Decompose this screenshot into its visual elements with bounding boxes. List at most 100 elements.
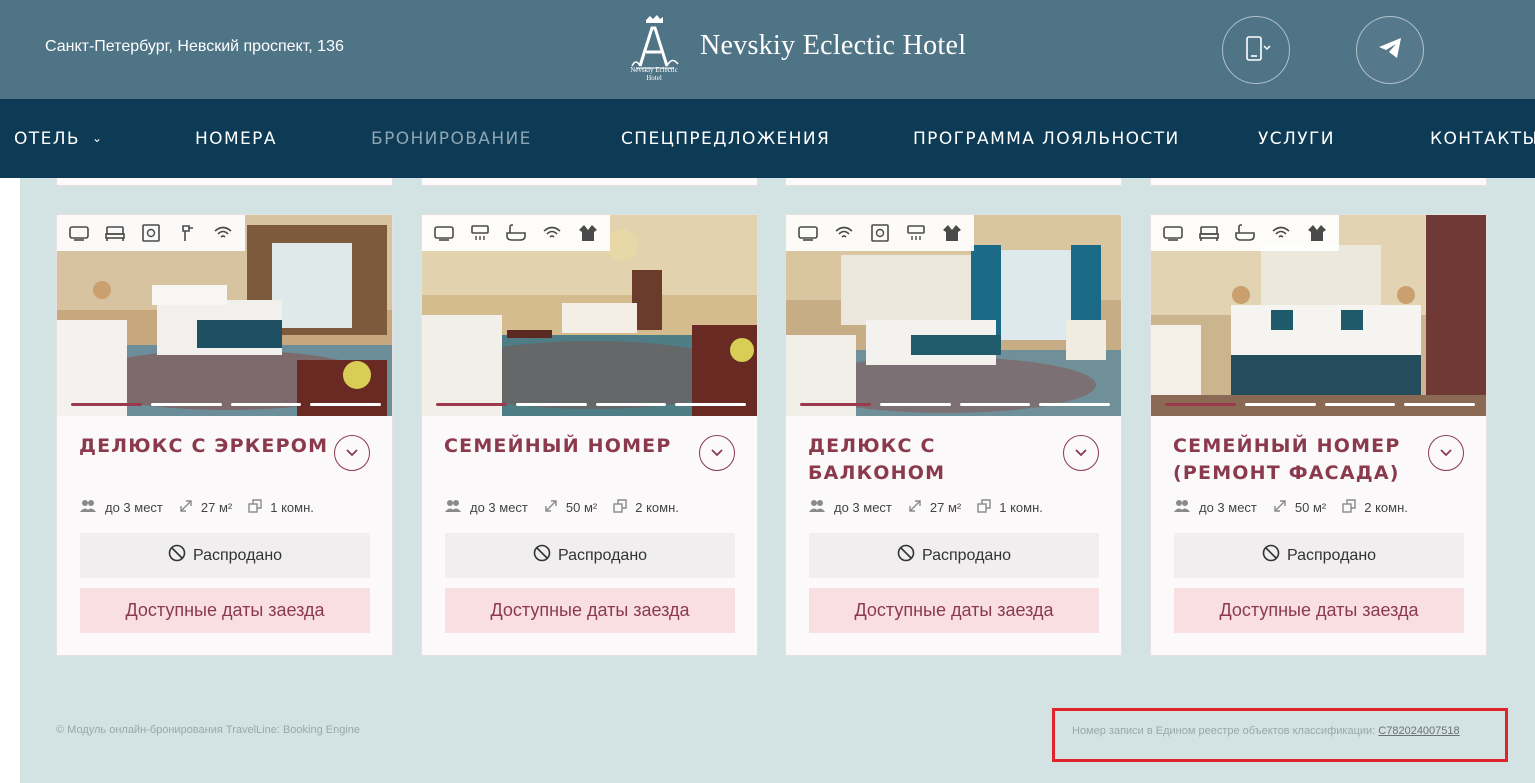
rooms-count-icon <box>248 499 270 516</box>
room-area: 27 м² <box>200 500 233 515</box>
room-photo[interactable] <box>786 215 1121 416</box>
safe-icon <box>862 215 898 251</box>
rooms-count: 2 комн. <box>635 500 679 515</box>
guests-capacity: до 3 мест <box>1199 500 1257 515</box>
slide-indicator[interactable] <box>1039 403 1110 406</box>
photo-slider-indicators <box>1165 403 1475 406</box>
guests-icon <box>444 499 470 516</box>
slide-indicator[interactable] <box>879 403 951 406</box>
slide-indicator[interactable] <box>436 403 507 406</box>
room-title[interactable]: ДЕЛЮКС С БАЛКОНОМ <box>808 433 1058 487</box>
room-specs: до 3 мест 50 м² 2 комн. <box>1173 499 1424 516</box>
photo-slider-indicators <box>436 403 746 406</box>
available-dates-button[interactable]: Доступные даты заезда <box>809 588 1099 633</box>
classification-registry-box: Номер записи в Едином реестре объектов к… <box>1052 708 1508 762</box>
nav-item-rooms[interactable]: НОМЕРА <box>195 129 277 149</box>
slide-indicator[interactable] <box>800 403 871 406</box>
nav-item-special-offers[interactable]: СПЕЦПРЕДЛОЖЕНИЯ <box>621 129 830 149</box>
rooms-count-icon <box>613 499 635 516</box>
expand-details-button[interactable] <box>1063 435 1099 471</box>
rooms-count-icon <box>1342 499 1364 516</box>
slide-indicator[interactable] <box>310 403 381 406</box>
room-photo[interactable] <box>57 215 392 416</box>
guests-capacity: до 3 мест <box>470 500 528 515</box>
sold-out-button[interactable]: Распродано <box>445 533 735 578</box>
main-navigation: ОТЕЛЬ ⌄ НОМЕРА БРОНИРОВАНИЕ СПЕЦПРЕДЛОЖЕН… <box>0 99 1535 178</box>
slide-indicator[interactable] <box>595 403 667 406</box>
guests-icon <box>79 499 105 516</box>
slide-indicator[interactable] <box>959 403 1031 406</box>
room-area: 50 м² <box>1294 500 1327 515</box>
slide-indicator[interactable] <box>1244 403 1316 406</box>
nav-item-services[interactable]: УСЛУГИ <box>1258 129 1335 149</box>
hotel-brand-name: Nevskiy Eclectic Hotel <box>700 30 967 61</box>
prohibited-icon <box>897 544 922 567</box>
slide-indicator[interactable] <box>515 403 587 406</box>
guests-icon <box>808 499 834 516</box>
nav-item-hotel[interactable]: ОТЕЛЬ ⌄ <box>14 129 103 149</box>
expand-details-button[interactable] <box>334 435 370 471</box>
room-specs: до 3 мест 27 м² 1 комн. <box>79 499 330 516</box>
rooms-count: 1 комн. <box>999 500 1043 515</box>
available-dates-button[interactable]: Доступные даты заезда <box>1174 588 1464 633</box>
telegram-button[interactable] <box>1356 16 1424 84</box>
room-title[interactable]: СЕМЕЙНЫЙ НОМЕР (РЕМОНТ ФАСАДА) <box>1173 433 1423 487</box>
room-title[interactable]: СЕМЕЙНЫЙ НОМЕР <box>444 433 694 460</box>
bed-icon <box>97 215 133 251</box>
room-card: СЕМЕЙНЫЙ НОМЕР до 3 мест 50 м² 2 комн. Р… <box>421 214 758 656</box>
amenities-bar <box>786 215 974 251</box>
room-card: СЕМЕЙНЫЙ НОМЕР (РЕМОНТ ФАСАДА) до 3 мест… <box>1150 214 1487 656</box>
slide-indicator[interactable] <box>1404 403 1475 406</box>
room-photo[interactable] <box>422 215 757 416</box>
tv-icon <box>61 215 97 251</box>
available-dates-button[interactable]: Доступные даты заезда <box>445 588 735 633</box>
chevron-down-icon <box>710 444 724 462</box>
slide-indicator[interactable] <box>1165 403 1236 406</box>
slide-indicator[interactable] <box>150 403 222 406</box>
room-photo[interactable] <box>1151 215 1486 416</box>
rooms-count-icon <box>977 499 999 516</box>
telegram-icon <box>1376 34 1404 67</box>
registry-number-link[interactable]: C782024007518 <box>1378 725 1459 737</box>
chevron-down-icon <box>1074 444 1088 462</box>
phone-menu-button[interactable] <box>1222 16 1290 84</box>
nav-item-booking[interactable]: БРОНИРОВАНИЕ <box>371 129 532 149</box>
tv-icon <box>1155 215 1191 251</box>
air-conditioner-icon <box>898 215 934 251</box>
room-card: ДЕЛЮКС С БАЛКОНОМ до 3 мест 27 м² 1 комн… <box>785 214 1122 656</box>
bathrobe-icon <box>934 215 970 251</box>
area-icon <box>544 499 566 516</box>
bath-icon <box>1227 215 1263 251</box>
room-area: 50 м² <box>565 500 598 515</box>
sold-out-button[interactable]: Распродано <box>1174 533 1464 578</box>
expand-details-button[interactable] <box>1428 435 1464 471</box>
area-icon <box>908 499 930 516</box>
air-conditioner-icon <box>462 215 498 251</box>
slide-indicator[interactable] <box>71 403 142 406</box>
wifi-icon <box>1263 215 1299 251</box>
sold-out-label: Распродано <box>1286 546 1377 564</box>
slide-indicator[interactable] <box>230 403 302 406</box>
area-icon <box>179 499 201 516</box>
sold-out-button[interactable]: Распродано <box>809 533 1099 578</box>
bathrobe-icon <box>1299 215 1335 251</box>
slide-indicator[interactable] <box>675 403 746 406</box>
hotel-logo[interactable]: Nevskiy Eclectic Hotel <box>622 14 686 86</box>
room-card: ДЕЛЮКС С ЭРКЕРОМ до 3 мест 27 м² 1 комн.… <box>56 214 393 656</box>
bath-icon <box>498 215 534 251</box>
available-dates-button[interactable]: Доступные даты заезда <box>80 588 370 633</box>
room-title[interactable]: ДЕЛЮКС С ЭРКЕРОМ <box>79 433 329 460</box>
nav-item-loyalty[interactable]: ПРОГРАММА ЛОЯЛЬНОСТИ <box>913 129 1180 149</box>
guests-capacity: до 3 мест <box>834 500 892 515</box>
expand-details-button[interactable] <box>699 435 735 471</box>
rooms-count: 2 комн. <box>1364 500 1408 515</box>
sold-out-button[interactable]: Распродано <box>80 533 370 578</box>
bathrobe-icon <box>570 215 606 251</box>
nav-item-contacts[interactable]: КОНТАКТЫ <box>1430 129 1535 149</box>
rooms-count: 1 комн. <box>270 500 314 515</box>
room-area: 27 м² <box>929 500 962 515</box>
previous-row-card-bottom <box>785 178 1122 186</box>
slide-indicator[interactable] <box>1324 403 1396 406</box>
booking-engine-copyright: © Модуль онлайн-бронирования TravelLine:… <box>56 724 360 736</box>
prohibited-icon <box>1262 544 1287 567</box>
